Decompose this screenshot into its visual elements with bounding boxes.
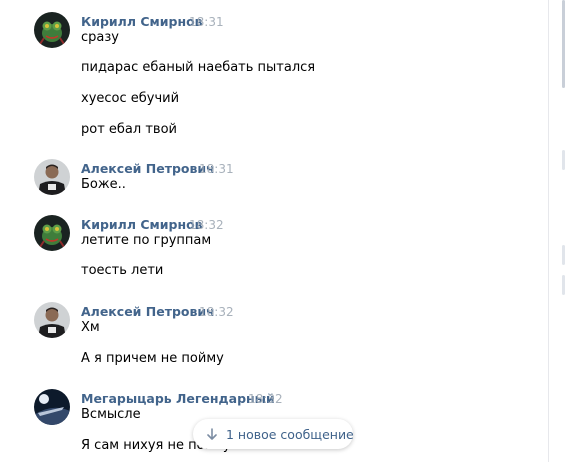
message-text: хуесос ебучий <box>81 91 180 106</box>
frog-avatar-icon[interactable] <box>34 12 70 48</box>
person-avatar-icon[interactable] <box>34 159 70 195</box>
message-text: пидарас ебаный наебать пытался <box>81 60 316 75</box>
message-text: сразу <box>81 30 119 45</box>
message-time[interactable]: 18:32 <box>248 392 283 406</box>
message-text: тоесть лети <box>81 263 164 278</box>
message-text: А я причем не пойму <box>81 351 224 366</box>
author-name[interactable]: Алексей Петрович <box>81 161 215 176</box>
new-message-button[interactable]: 1 новое сообщение <box>193 419 354 449</box>
message-history[interactable]: Кирилл Смирнов 18:31 сразу пидарас ебаны… <box>0 0 548 462</box>
message-time[interactable]: 18:31 <box>189 15 224 29</box>
scrollbar-track[interactable] <box>548 0 570 462</box>
author-name[interactable]: Алексей Петрович <box>81 304 215 319</box>
message-text: Всмысле <box>81 407 141 422</box>
scrollbar-thumb[interactable] <box>562 0 565 88</box>
author-name[interactable]: Кирилл Смирнов <box>81 217 203 232</box>
message-text: Хм <box>81 320 100 335</box>
person-avatar-icon[interactable] <box>34 302 70 338</box>
scroll-indicator <box>562 150 565 170</box>
scroll-indicator <box>562 245 565 265</box>
author-name[interactable]: Мегарыцарь Легендарный <box>81 391 275 406</box>
message-text: Боже.. <box>81 177 126 192</box>
message-time[interactable]: 18:32 <box>199 305 234 319</box>
message-text: летите по группам <box>81 233 212 248</box>
frog-avatar-icon[interactable] <box>34 215 70 251</box>
message-text: рот ебал твой <box>81 122 177 137</box>
new-message-label: 1 новое сообщение <box>226 427 354 442</box>
author-name[interactable]: Кирилл Смирнов <box>81 14 203 29</box>
message-time[interactable]: 18:31 <box>199 162 234 176</box>
message-time[interactable]: 18:32 <box>189 218 224 232</box>
arrow-down-icon <box>206 428 218 444</box>
scroll-indicator <box>562 275 565 295</box>
night-scene-avatar-icon[interactable] <box>34 389 70 425</box>
